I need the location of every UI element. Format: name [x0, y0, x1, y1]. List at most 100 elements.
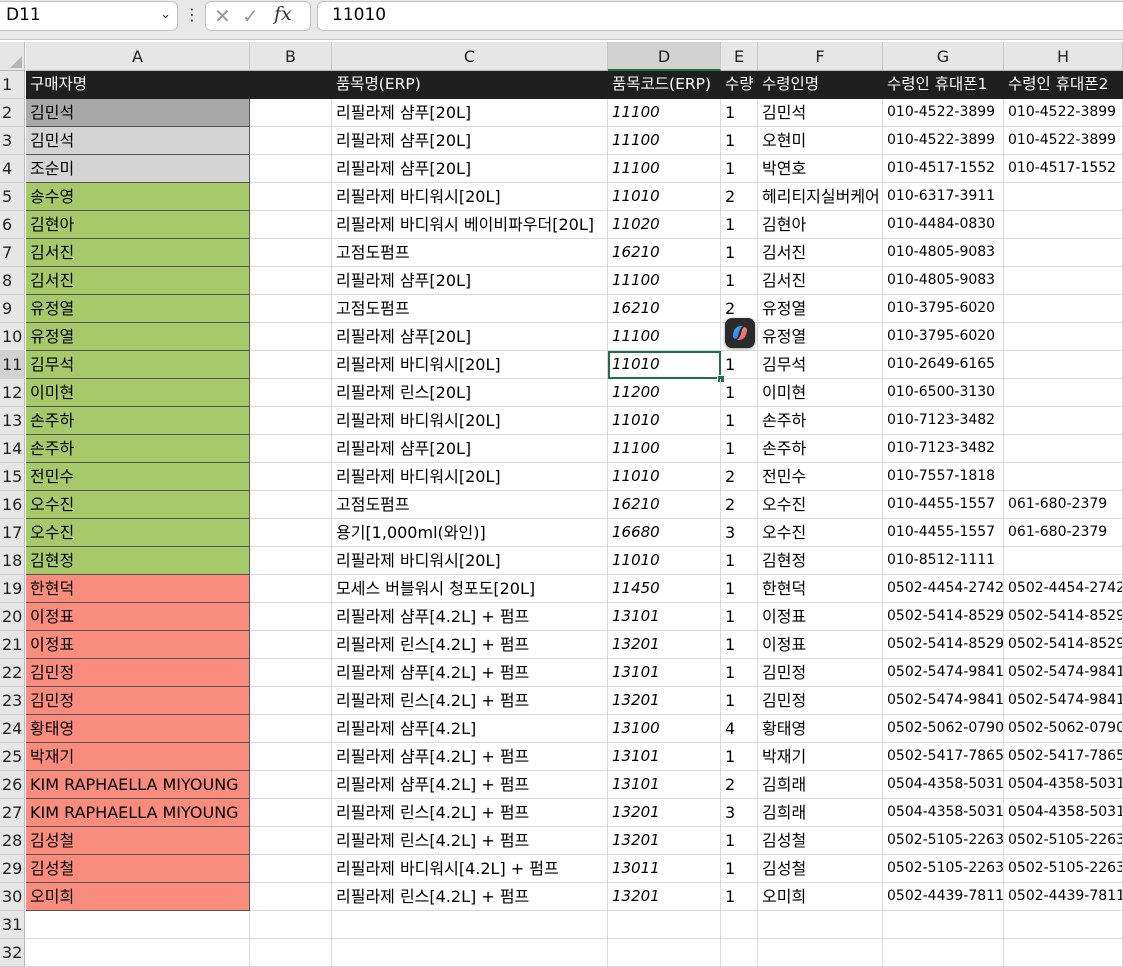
cell-f[interactable]: 이미현	[758, 379, 883, 407]
cell-a[interactable]: 김현아	[26, 211, 250, 239]
cell-e[interactable]: 1	[721, 603, 758, 631]
cell-b[interactable]	[250, 855, 332, 883]
row-header[interactable]: 17	[0, 519, 25, 547]
row-header[interactable]: 22	[0, 659, 25, 687]
cell-f[interactable]: 박연호	[758, 155, 883, 183]
cell-c[interactable]: 리필라제 샴푸[4.2L] + 펌프	[332, 603, 608, 631]
cell-f[interactable]: 손주하	[758, 435, 883, 463]
cell-h[interactable]: 0502-5062-0790	[1004, 715, 1123, 743]
cell-d[interactable]: 13201	[608, 827, 721, 855]
cell-a[interactable]: 김서진	[26, 239, 250, 267]
cell-g[interactable]: 010-4484-0830	[883, 211, 1004, 239]
cell-f[interactable]: 김무석	[758, 351, 883, 379]
cell-b[interactable]	[250, 351, 332, 379]
cell-f[interactable]	[758, 939, 883, 967]
cell-e[interactable]: 2	[721, 183, 758, 211]
cell-b[interactable]	[250, 155, 332, 183]
row-header[interactable]: 8	[0, 267, 25, 295]
cell-f[interactable]: 황태영	[758, 715, 883, 743]
cell-h[interactable]: 0502-4454-2742	[1004, 575, 1123, 603]
cell-c[interactable]: 리필라제 샴푸[4.2L] + 펌프	[332, 659, 608, 687]
cell-d[interactable]: 13011	[608, 855, 721, 883]
row-header[interactable]: 15	[0, 463, 25, 491]
cell-c[interactable]: 고점도펌프	[332, 491, 608, 519]
cell-e[interactable]: 1	[721, 883, 758, 911]
cell-g[interactable]: 0502-5062-0790	[883, 715, 1004, 743]
cell-f[interactable]: 오미희	[758, 883, 883, 911]
header-cell-b[interactable]	[250, 71, 332, 99]
cell-d[interactable]: 13101	[608, 771, 721, 799]
cell-h[interactable]: 010-4517-1552	[1004, 155, 1123, 183]
cell-h[interactable]	[1004, 183, 1123, 211]
cell-d[interactable]: 11010	[608, 183, 721, 211]
cell-b[interactable]	[250, 183, 332, 211]
cell-e[interactable]: 1	[721, 827, 758, 855]
cell-e[interactable]	[721, 911, 758, 939]
name-box[interactable]: D11 ⌄	[0, 1, 178, 31]
cell-a[interactable]: 조순미	[26, 155, 250, 183]
chevron-down-icon[interactable]: ⌄	[160, 7, 171, 22]
cell-e[interactable]: 1	[721, 631, 758, 659]
cell-d[interactable]: 13101	[608, 659, 721, 687]
cell-e[interactable]: 1	[721, 575, 758, 603]
cell-h[interactable]	[1004, 267, 1123, 295]
cell-d[interactable]: 16210	[608, 491, 721, 519]
cell-h[interactable]	[1004, 547, 1123, 575]
cell-h[interactable]: 010-4522-3899	[1004, 99, 1123, 127]
cell-a[interactable]: 송수영	[26, 183, 250, 211]
cell-e[interactable]: 4	[721, 715, 758, 743]
cell-b[interactable]	[250, 127, 332, 155]
cell-h[interactable]	[1004, 295, 1123, 323]
cell-g[interactable]: 010-4805-9083	[883, 267, 1004, 295]
cell-h[interactable]	[1004, 407, 1123, 435]
cell-e[interactable]: 1	[721, 351, 758, 379]
cell-d[interactable]: 11100	[608, 155, 721, 183]
cell-h[interactable]: 0502-5474-9841	[1004, 659, 1123, 687]
row-header[interactable]: 4	[0, 155, 25, 183]
cell-b[interactable]	[250, 267, 332, 295]
cell-h[interactable]	[1004, 939, 1123, 967]
cell-c[interactable]: 리필라제 린스[20L]	[332, 379, 608, 407]
cell-e[interactable]: 1	[721, 127, 758, 155]
cell-c[interactable]: 리필라제 바디워시[20L]	[332, 351, 608, 379]
cell-d[interactable]: 16680	[608, 519, 721, 547]
header-cell-e[interactable]: 수량	[721, 71, 758, 99]
cell-h[interactable]: 061-680-2379	[1004, 491, 1123, 519]
cell-a[interactable]: 김서진	[26, 267, 250, 295]
cell-g[interactable]	[883, 939, 1004, 967]
cell-a[interactable]: 이미현	[26, 379, 250, 407]
cell-e[interactable]: 1	[721, 435, 758, 463]
cell-b[interactable]	[250, 575, 332, 603]
cell-f[interactable]: 이정표	[758, 603, 883, 631]
cell-c[interactable]: 리필라제 샴푸[20L]	[332, 267, 608, 295]
cell-e[interactable]: 1	[721, 659, 758, 687]
cell-g[interactable]: 010-4805-9083	[883, 239, 1004, 267]
cell-f[interactable]: 김현아	[758, 211, 883, 239]
cell-f[interactable]: 김희래	[758, 799, 883, 827]
cell-a[interactable]: 김성철	[26, 827, 250, 855]
cell-e[interactable]: 3	[721, 799, 758, 827]
cell-g[interactable]: 010-2649-6165	[883, 351, 1004, 379]
cell-d[interactable]: 11010	[608, 463, 721, 491]
cell-e[interactable]: 1	[721, 379, 758, 407]
row-header[interactable]: 10	[0, 323, 25, 351]
cell-c[interactable]: 리필라제 바디워시[20L]	[332, 463, 608, 491]
cell-f[interactable]: 김현정	[758, 547, 883, 575]
cell-f[interactable]: 이정표	[758, 631, 883, 659]
cell-g[interactable]: 010-3795-6020	[883, 323, 1004, 351]
cell-f[interactable]: 전민수	[758, 463, 883, 491]
cell-g[interactable]: 0502-5474-9841	[883, 687, 1004, 715]
cell-h[interactable]	[1004, 379, 1123, 407]
cell-c[interactable]: 리필라제 샴푸[20L]	[332, 127, 608, 155]
cell-h[interactable]: 0502-5474-9841	[1004, 687, 1123, 715]
cell-c[interactable]: 리필라제 샴푸[4.2L] + 펌프	[332, 771, 608, 799]
cell-f[interactable]: 유정열	[758, 323, 883, 351]
cell-e[interactable]: 1	[721, 267, 758, 295]
header-cell-h[interactable]: 수령인 휴대폰2	[1004, 71, 1123, 99]
cell-b[interactable]	[250, 883, 332, 911]
cell-c[interactable]: 리필라제 바디워시[20L]	[332, 407, 608, 435]
cell-g[interactable]: 0502-4454-2742	[883, 575, 1004, 603]
row-header[interactable]: 9	[0, 295, 25, 323]
column-header-h[interactable]: H	[1004, 42, 1123, 71]
cell-h[interactable]	[1004, 239, 1123, 267]
